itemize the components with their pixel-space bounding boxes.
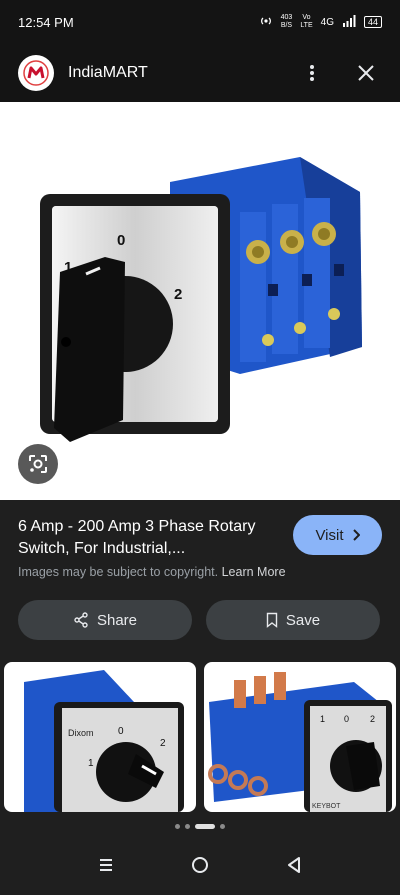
bookmark-icon xyxy=(266,612,278,628)
data-speed-unit: B/S xyxy=(280,22,293,29)
system-nav-bar xyxy=(0,840,400,895)
home-icon xyxy=(191,857,208,873)
pager-dot xyxy=(175,823,180,829)
more-vert-icon xyxy=(310,65,314,81)
site-logo xyxy=(18,55,54,91)
related-2-brand: KEYBOT xyxy=(312,803,341,810)
site-name: IndiaMART xyxy=(68,64,148,81)
related-1-label-2: 2 xyxy=(160,738,166,749)
related-1-brand: Dixom xyxy=(68,728,94,738)
share-icon xyxy=(74,612,88,628)
more-options-button[interactable] xyxy=(296,57,328,89)
recents-icon xyxy=(100,859,113,871)
back-button[interactable] xyxy=(286,856,302,879)
share-button[interactable]: Share xyxy=(18,600,192,640)
learn-more-link[interactable]: Learn More xyxy=(222,565,286,579)
pager-dot xyxy=(220,823,225,829)
related-image-1[interactable]: Dixom 0 1 2 xyxy=(4,662,196,812)
volte-bottom: LTE xyxy=(300,22,313,29)
related-2-label-0: 0 xyxy=(344,714,349,724)
back-icon xyxy=(287,857,300,873)
carousel-indicator xyxy=(0,812,400,840)
recents-button[interactable] xyxy=(98,857,114,878)
position-label-0: 0 xyxy=(117,232,125,249)
related-image-2[interactable]: 0 1 2 KEYBOT xyxy=(204,662,396,812)
close-icon xyxy=(358,65,374,81)
app-header: IndiaMART xyxy=(0,44,400,102)
result-info: 6 Amp - 200 Amp 3 Phase Rotary Switch, F… xyxy=(0,500,400,650)
copyright-notice: Images may be subject to copyright. Lear… xyxy=(18,565,286,579)
network-type: 4G xyxy=(320,16,334,28)
pager-dot-active xyxy=(195,823,215,829)
related-2-label-1: 1 xyxy=(320,714,325,724)
battery-indicator: 44 xyxy=(363,16,382,28)
home-button[interactable] xyxy=(191,856,209,879)
status-icons: 403 B/S Vo LTE 4G 44 xyxy=(259,14,382,30)
save-button[interactable]: Save xyxy=(206,600,380,640)
related-1-label-0: 0 xyxy=(118,726,124,737)
google-lens-button[interactable] xyxy=(18,444,58,484)
chevron-right-icon xyxy=(352,529,360,541)
rotary-switch-illustration: 0 1 2 xyxy=(40,157,362,442)
lens-icon xyxy=(29,455,47,473)
data-speed: 403 B/S xyxy=(281,14,293,30)
hotspot-icon xyxy=(259,15,273,30)
signal-icon xyxy=(342,14,356,30)
status-bar: 12:54 PM 403 B/S Vo LTE 4G 44 xyxy=(0,0,400,44)
indiamart-logo-icon xyxy=(23,60,49,86)
copyright-text: Images may be subject to copyright. xyxy=(18,565,219,579)
visit-button[interactable]: Visit xyxy=(293,515,382,555)
close-button[interactable] xyxy=(350,57,382,89)
volte-top: Vo xyxy=(302,14,311,21)
related-2-label-2: 2 xyxy=(370,714,375,724)
related-switch-1-illustration: Dixom 0 1 2 xyxy=(24,670,184,812)
related-switch-2-illustration: 0 1 2 KEYBOT xyxy=(208,672,392,812)
product-image[interactable]: 0 1 2 xyxy=(0,102,400,500)
visit-label: Visit xyxy=(315,526,344,544)
position-label-2: 2 xyxy=(174,286,182,303)
save-label: Save xyxy=(285,611,321,629)
pager-dot xyxy=(185,823,190,829)
share-label: Share xyxy=(96,611,138,629)
volte-indicator: Vo LTE xyxy=(300,14,312,30)
status-time: 12:54 PM xyxy=(18,14,74,30)
related-images: Dixom 0 1 2 0 1 2 KEYBOT xyxy=(0,650,400,812)
data-speed-value: 403 xyxy=(280,14,293,21)
result-title[interactable]: 6 Amp - 200 Amp 3 Phase Rotary Switch, F… xyxy=(18,516,288,560)
related-1-label-1: 1 xyxy=(88,758,94,769)
